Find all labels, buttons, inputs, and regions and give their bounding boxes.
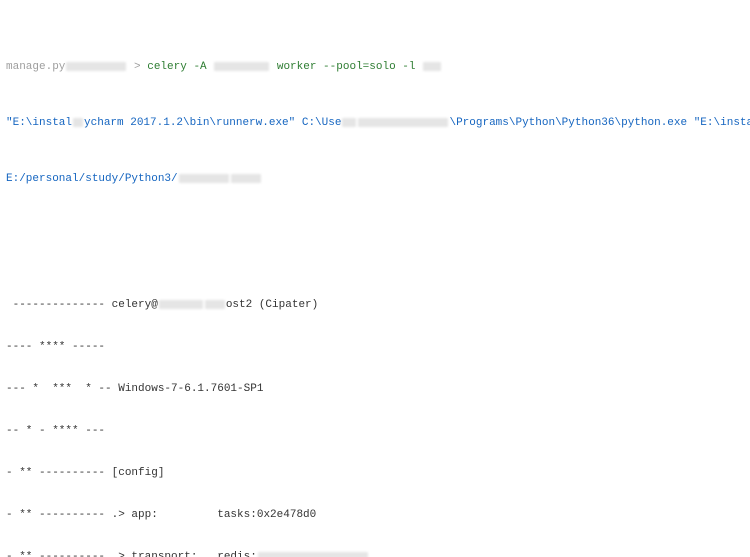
exe-path-line: "E:\instal ycharm 2017.1.2\bin\runnerw.ex…: [6, 116, 744, 130]
smudge: [179, 174, 229, 183]
file-label: manage.py: [6, 61, 65, 73]
cmd-text: worker --pool=solo -l: [270, 61, 422, 73]
banner-line: --- * *** * -- Windows-7-6.1.7601-SP1: [6, 382, 744, 396]
blank-line: [6, 228, 744, 242]
smudge: [358, 118, 448, 127]
banner-line: - ** ---------- .> transport: redis:: [6, 550, 744, 557]
smudge: [214, 62, 269, 71]
smudge: [159, 300, 203, 309]
smudge: [66, 62, 126, 71]
path-text: "E:\instal: [6, 117, 72, 129]
banner-text: ost2 (Cipater): [226, 299, 318, 311]
smudge: [73, 118, 83, 127]
banner-line: - ** ---------- .> app: tasks:0x2e478d0: [6, 508, 744, 522]
banner-line: -------------- celery@ ost2 (Cipater): [6, 298, 744, 312]
banner-line: -- * - **** ---: [6, 424, 744, 438]
banner-line: - ** ---------- [config]: [6, 466, 744, 480]
smudge: [205, 300, 225, 309]
path-text: E:/personal/study/Python3/: [6, 173, 178, 185]
banner-text: -------------- celery@: [6, 299, 158, 311]
path-text: ycharm 2017.1.2\bin\runnerw.exe": [84, 117, 295, 129]
smudge: [342, 118, 356, 127]
banner-line: ---- **** -----: [6, 340, 744, 354]
path-text: C:\Use: [295, 117, 341, 129]
cmd-text: celery -A: [147, 61, 213, 73]
separator: >: [127, 61, 147, 73]
smudge: [231, 174, 261, 183]
smudge: [423, 62, 441, 71]
exe-path-line-2: E:/personal/study/Python3/: [6, 172, 744, 186]
banner-text: - ** ---------- .> transport: redis:: [6, 551, 257, 557]
command-header: manage.py > celery -A worker --pool=solo…: [6, 60, 744, 74]
terminal-output: manage.py > celery -A worker --pool=solo…: [0, 0, 750, 557]
path-text: \Programs\Python\Python36\python.exe "E:…: [449, 117, 750, 129]
smudge: [258, 552, 368, 557]
